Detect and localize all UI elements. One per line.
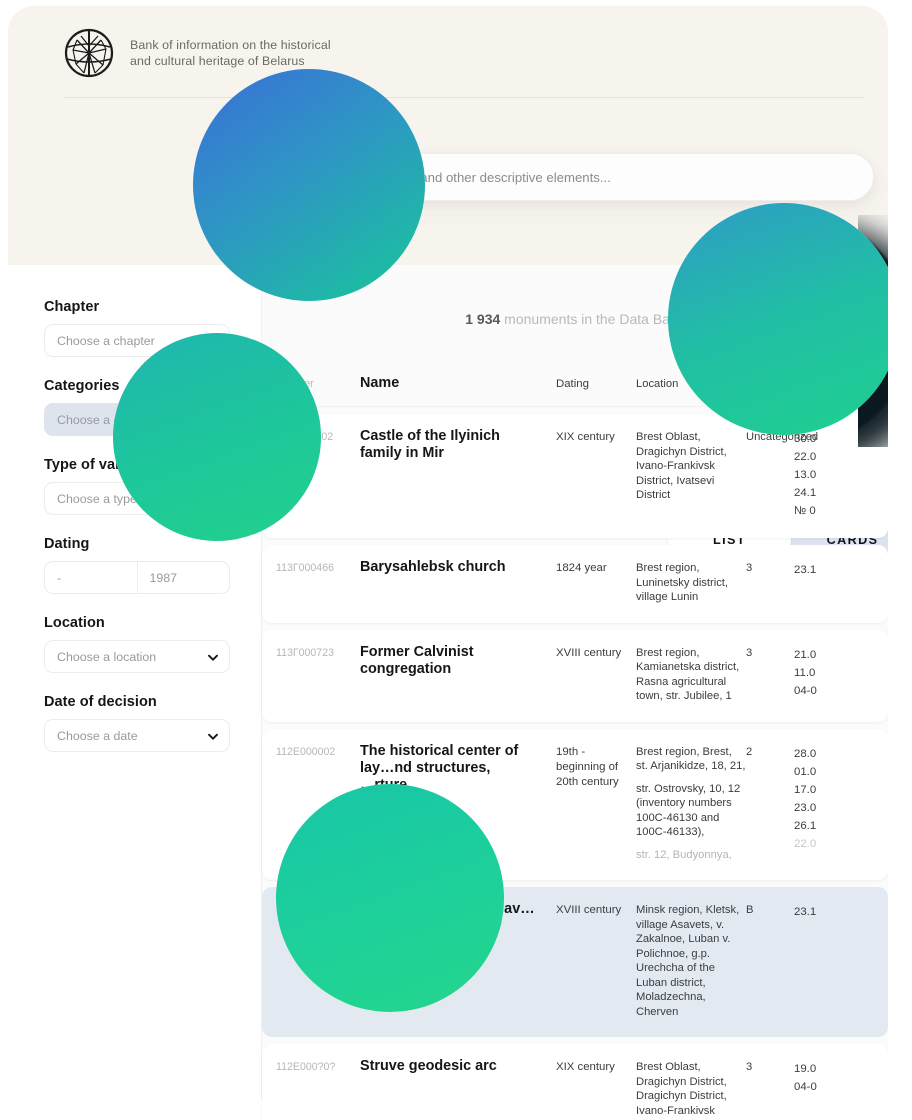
table-row[interactable]: 113Г000466 Barysahlebsk church 1824 year Br… — [262, 545, 888, 623]
cell-council-decision: 30.0 22.0 13.0 24.1 № 0 — [794, 433, 817, 517]
cell-location: Brest region, Brest, st. Arjanikidze, 18… — [636, 743, 746, 863]
table-row[interactable]: 113Г000723 Former Calvinist congregation X… — [262, 629, 888, 722]
location-select[interactable]: Choose a location — [44, 640, 230, 673]
location-select-value: Choose a location — [57, 649, 157, 664]
magnified-row-number: 63БК000150 — [298, 886, 390, 903]
table-body: 111Г000002Castle of the Ilyinich family … — [262, 407, 888, 1120]
cell-location: Brest Oblast, Dragichyn District, Ivano-… — [636, 428, 746, 520]
cell-council-decision: 28.0 01.0 17.0 23.0 26.1 22.0 — [794, 747, 817, 850]
magnified-row: 63БК000150 The art Warsav — [276, 864, 504, 986]
cell-dating: XIX century — [556, 431, 615, 443]
app-window: Bank of information on the historical an… — [0, 0, 912, 1120]
filter-chapter-label: Chapter — [44, 299, 100, 315]
cell-name: Former Calvinist congregation — [360, 643, 474, 677]
header-divider — [64, 97, 864, 98]
cell-decision-dim: 22.0 — [794, 837, 817, 850]
magnified-search-icon — [255, 169, 289, 208]
cell-council-decision: 21.0 11.0 04-0 — [794, 648, 817, 697]
cell-category: 3 — [746, 562, 753, 574]
cell-location-part: str. Ostrovsky, 10, 12 (inventory number… — [636, 782, 741, 839]
cell-location: Brest Oblast, Dragichyn District, Dragic… — [636, 1058, 746, 1120]
magnified-col-category: Category — [698, 368, 772, 388]
dating-range[interactable]: - 1987 — [44, 561, 230, 594]
cell-dating: XVIII century — [556, 904, 622, 916]
cell-category: Uncategorized — [746, 431, 819, 443]
cell-dating: 19th - beginning of 20th century — [556, 745, 619, 788]
dating-to-input[interactable]: 1987 — [136, 562, 230, 593]
cell-council-decision: 19.0 04-0 — [794, 1063, 817, 1093]
magnified-layers-text: lay — [326, 798, 360, 828]
magnified-toggle-list: LIST — [668, 265, 788, 303]
magnified-row-name: The art Warsav — [411, 879, 503, 941]
results-count-suffix: monuments in the Data Bank — [500, 311, 685, 327]
decision-date-value: Choose a date — [57, 728, 138, 743]
cell-location-part: Minsk region, Kletsk, village Asavets, v… — [636, 904, 740, 1018]
magnified-category-placeholder: category — [155, 422, 248, 449]
type-select-value: Choose a type — [57, 491, 137, 506]
cell-number: 112E000?0? — [276, 1061, 336, 1073]
tree-globe-logo-icon — [64, 28, 114, 78]
magnified-toggle-cards: CARDS — [806, 273, 881, 294]
cell-number: 113Г000466 — [276, 562, 334, 574]
cell-location: Brest region, Luninetsky district, villa… — [636, 559, 746, 605]
cell-category: 3 — [746, 1061, 753, 1073]
magnified-search-label: Search — [323, 171, 419, 204]
cell-category: 2 — [746, 745, 753, 758]
magnified-category-select: category — [113, 411, 321, 461]
cell-location: Minsk region, Kletsk, village Asavets, v… — [636, 901, 746, 1019]
dating-from-input[interactable]: - — [45, 562, 137, 593]
cell-category: 3 — [746, 646, 753, 659]
cell-location-part: Brest region, Luninetsky district, villa… — [636, 562, 729, 603]
chapter-select-value: Choose a chapter — [57, 333, 155, 348]
cell-dating: 1824 year — [556, 562, 607, 574]
results-count-value: 1 934 — [465, 311, 501, 327]
decision-date-select[interactable]: Choose a date — [44, 719, 230, 752]
cell-number: 113Г000723 — [276, 646, 334, 659]
magnified-search-box: Search — [215, 147, 425, 229]
filter-location: Location Choose a location — [44, 615, 238, 673]
cell-location-part: Brest Oblast, Dragichyn District, Ivano-… — [636, 431, 727, 501]
cell-dating: XVIII century — [556, 646, 622, 659]
filter-dating: Dating - 1987 — [44, 536, 238, 594]
filter-date-of-decision: Date of decision Choose a date — [44, 694, 238, 752]
cell-council-decision: 23.1 — [794, 564, 817, 576]
magnifier-lens-category: ies category — [113, 333, 321, 541]
page-card: Bank of information on the historical an… — [8, 6, 888, 1120]
column-header-name: Name — [360, 375, 400, 391]
column-header-dating: Dating — [556, 378, 589, 390]
cell-name: Struve geodesic arc — [360, 1058, 497, 1074]
cell-dating: XIX century — [556, 1061, 615, 1073]
magnified-view-toggle: LIST CARDS — [668, 265, 888, 303]
cell-category: B — [746, 904, 754, 916]
cell-location: Brest region, Kamianetska district, Rasn… — [636, 644, 746, 704]
magnifier-lens-row: lay 63БК000150 The art Warsav — [276, 784, 504, 1012]
cell-location-part: Brest region, Brest, st. Arjanikidze, 18… — [636, 745, 746, 773]
monuments-table: Number Name Dating Location Category Cou… — [262, 375, 888, 1120]
cell-location-part: Brest region, Kamianetska district, Rasn… — [636, 646, 740, 703]
magnifier-lens-view-toggle: LIST CARDS Category Council de — [668, 203, 888, 435]
cell-location-part: Brest Oblast, Dragichyn District, Dragic… — [636, 1061, 734, 1120]
magnifier-lens-search: Search — [193, 69, 425, 301]
magnified-column-headers: Category Council de — [698, 368, 888, 389]
filter-location-label: Location — [44, 615, 105, 631]
brand-title: Bank of information on the historical an… — [130, 37, 331, 69]
cell-name: Barysahlebsk church — [360, 559, 506, 575]
table-row[interactable]: 112E000?0? Struve geodesic arc XIX century… — [262, 1044, 888, 1120]
chevron-down-icon — [207, 650, 218, 661]
filter-decision-date-label: Date of decision — [44, 694, 157, 710]
cell-council-decision: 23.1 — [794, 906, 817, 918]
magnified-categories-title: ies — [139, 355, 178, 386]
cell-location-extra: str. 12, Budyonnya, — [636, 848, 732, 861]
magnified-col-council: Council de — [793, 368, 879, 388]
chevron-down-icon — [207, 729, 218, 740]
cell-name: Castle of the Ilyinich family in Mir — [360, 428, 500, 461]
